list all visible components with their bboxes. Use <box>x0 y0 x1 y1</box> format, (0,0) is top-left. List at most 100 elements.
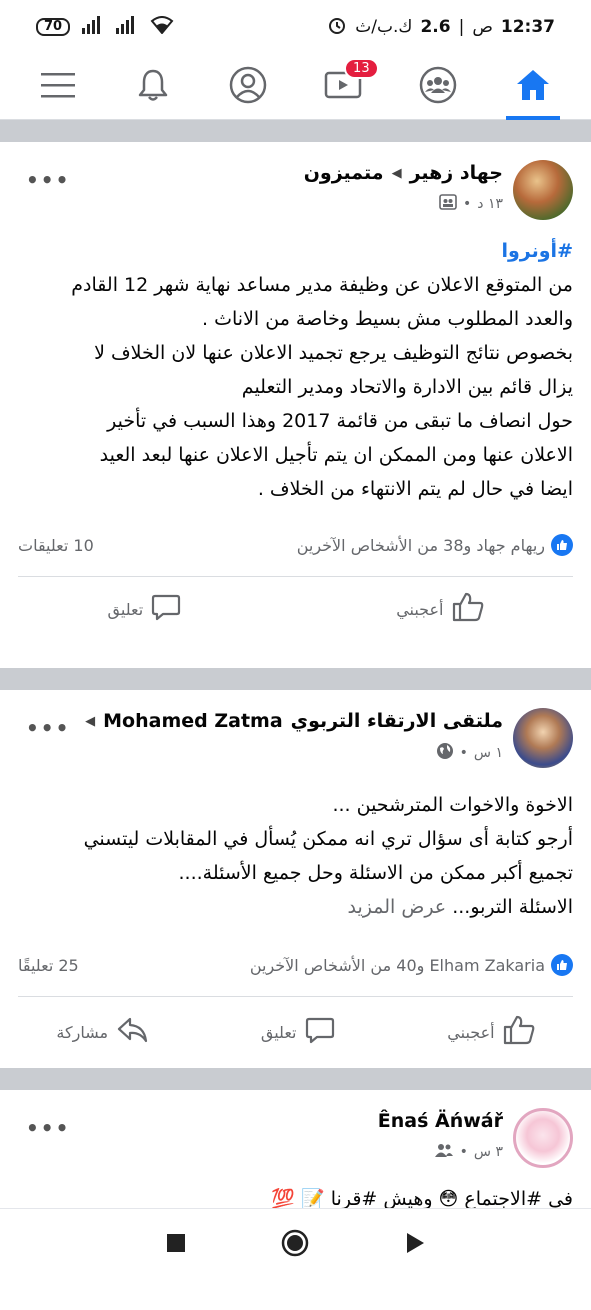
post-line: بخصوص نتائج التوظيف يرجع تجميد الاعلان ع… <box>94 342 573 364</box>
like-label: أعجبني <box>447 1022 495 1042</box>
like-icon <box>503 1015 535 1049</box>
post-line: ايضا في حال لم يتم الانتهاء من الخلاف . <box>257 478 573 500</box>
home-button[interactable] <box>281 1229 309 1261</box>
post-line: حول انصاف ما تبقى من قائمة 2017 وهذا الس… <box>107 410 573 432</box>
comment-icon <box>151 593 181 625</box>
news-feed: جهاد زهير ◀ متميزون ١٣ د • ••• #أونروا م… <box>0 120 591 1310</box>
more-options-icon[interactable]: ••• <box>26 168 70 192</box>
post-line: تجميع أكبر ممكن من الاسئلة وحل جميع الأس… <box>178 862 574 884</box>
speed-value: 2.6 <box>420 17 451 37</box>
reactions-text: ريهام جهاد و38 من الأشخاص الآخرين <box>296 535 545 555</box>
post-time[interactable]: ١٣ د <box>477 196 503 212</box>
post-header-text: Ênaś Äńwář ٣ س • <box>378 1108 503 1162</box>
post-author[interactable]: جهاد زهير <box>410 162 503 184</box>
nav-watch[interactable]: 13 <box>308 54 379 120</box>
comment-icon <box>305 1016 335 1048</box>
signal-icon <box>82 15 104 39</box>
see-more-link[interactable]: عرض المزيد <box>348 896 447 918</box>
top-nav: 13 <box>0 54 591 120</box>
status-bar: 70 ك.ب/ث 2.6 | ص 12:37 <box>0 0 591 54</box>
post-author[interactable]: Ênaś Äńwář <box>378 1110 503 1132</box>
post-line-last: الاسئلة التربو... عرض المزيد <box>18 890 573 924</box>
post-time[interactable]: ١ س <box>474 745 503 761</box>
friends-icon <box>434 1142 454 1162</box>
post-card: ملتقى الارتقاء التربوي Mohamed Zatma ◀ ١ … <box>0 690 591 1068</box>
post-group[interactable]: ملتقى الارتقاء التربوي <box>291 710 503 732</box>
share-icon <box>116 1016 148 1048</box>
reactions-summary[interactable]: Elham Zakaria و40 من الأشخاص الآخرين <box>250 954 573 976</box>
nav-profile[interactable] <box>213 54 283 120</box>
nav-groups[interactable] <box>403 54 473 120</box>
clock: 12:37 <box>500 17 555 37</box>
author-avatar[interactable] <box>513 708 573 768</box>
post-actions: أعجبني تعليق <box>0 577 591 641</box>
nav-home[interactable] <box>498 54 568 120</box>
menu-icon <box>40 72 75 102</box>
battery-indicator: 70 <box>36 18 71 36</box>
am-pm: ص <box>472 17 493 37</box>
status-left: 70 <box>36 15 174 39</box>
alarm-icon <box>327 15 347 40</box>
arrow-icon: ◀ <box>85 713 96 729</box>
more-options-icon[interactable]: ••• <box>26 1116 70 1140</box>
post-hashtag[interactable]: #أونروا <box>18 234 573 268</box>
post-header-text: جهاد زهير ◀ متميزون ١٣ د • <box>304 160 503 214</box>
signal-icon-2 <box>116 15 138 39</box>
wifi-icon <box>150 15 174 39</box>
post-card: جهاد زهير ◀ متميزون ١٣ د • ••• #أونروا م… <box>0 142 591 668</box>
nav-notifications[interactable] <box>118 54 188 120</box>
post-group[interactable]: متميزون <box>304 162 384 184</box>
comments-count[interactable]: 10 تعليقات <box>18 536 94 555</box>
reactions-summary[interactable]: ريهام جهاد و38 من الأشخاص الآخرين <box>297 534 573 556</box>
comment-button[interactable]: تعليق <box>108 593 182 625</box>
recents-button[interactable] <box>166 1233 186 1257</box>
post-body: #أونروا من المتوقع الاعلان عن وظيفة مدير… <box>0 220 591 506</box>
post-header: Ênaś Äńwář ٣ س • ••• <box>0 1090 591 1168</box>
post-line: من المتوقع الاعلان عن وظيفة مدير مساعد ن… <box>71 274 573 296</box>
back-button[interactable] <box>404 1232 426 1258</box>
like-icon <box>452 592 484 626</box>
post-time[interactable]: ٣ س <box>474 1144 503 1160</box>
reactions-row: Elham Zakaria و40 من الأشخاص الآخرين 25 … <box>0 924 591 976</box>
comment-button[interactable]: تعليق <box>261 1016 335 1048</box>
comment-label: تعليق <box>107 599 144 619</box>
like-button[interactable]: أعجبني <box>447 1015 534 1049</box>
nav-menu[interactable] <box>23 54 93 120</box>
post-header: ملتقى الارتقاء التربوي Mohamed Zatma ◀ ١ … <box>0 690 591 768</box>
like-label: أعجبني <box>396 599 444 619</box>
like-reaction-icon <box>551 534 573 556</box>
profile-icon <box>229 66 267 108</box>
reactions-text: Elham Zakaria و40 من الأشخاص الآخرين <box>249 955 545 975</box>
meta-dot: • <box>463 196 472 212</box>
home-icon <box>515 68 551 106</box>
meta-dot: • <box>459 745 468 761</box>
reactions-row: ريهام جهاد و38 من الأشخاص الآخرين 10 تعل… <box>0 506 591 556</box>
meta-dot: • <box>459 1144 468 1160</box>
post-author[interactable]: Mohamed Zatma <box>103 710 283 732</box>
watch-badge: 13 <box>344 57 379 79</box>
like-button[interactable]: أعجبني <box>396 592 483 626</box>
post-names: جهاد زهير ◀ متميزون <box>304 162 503 184</box>
post-actions: أعجبني تعليق مشاركة <box>0 997 591 1067</box>
arrow-icon: ◀ <box>391 165 402 181</box>
post-truncated-text: الاسئلة التربو... <box>452 896 573 918</box>
share-button[interactable]: مشاركة <box>56 1016 148 1048</box>
like-reaction-icon <box>551 954 573 976</box>
author-avatar[interactable] <box>513 160 573 220</box>
post-names: Ênaś Äńwář <box>378 1110 503 1132</box>
post-line: الاخوة والاخوات المترشحين ... <box>332 794 573 816</box>
post-meta: ١٣ د • <box>304 194 503 214</box>
author-avatar[interactable] <box>513 1108 573 1168</box>
post-line: يزال قائم بين الادارة والاتحاد ومدير الت… <box>241 376 573 398</box>
group-privacy-icon <box>439 194 457 214</box>
share-label: مشاركة <box>56 1022 109 1042</box>
post-meta: ٣ س • <box>378 1142 503 1162</box>
post-header: جهاد زهير ◀ متميزون ١٣ د • ••• <box>0 142 591 220</box>
system-nav-bar <box>0 1208 591 1280</box>
post-header-text: ملتقى الارتقاء التربوي Mohamed Zatma ◀ ١ … <box>85 708 503 764</box>
post-names: ملتقى الارتقاء التربوي Mohamed Zatma ◀ <box>85 710 503 732</box>
comments-count[interactable]: 25 تعليقًا <box>18 956 79 975</box>
more-options-icon[interactable]: ••• <box>26 716 70 740</box>
post-meta: ١ س • <box>85 742 503 764</box>
bell-icon <box>137 68 169 106</box>
